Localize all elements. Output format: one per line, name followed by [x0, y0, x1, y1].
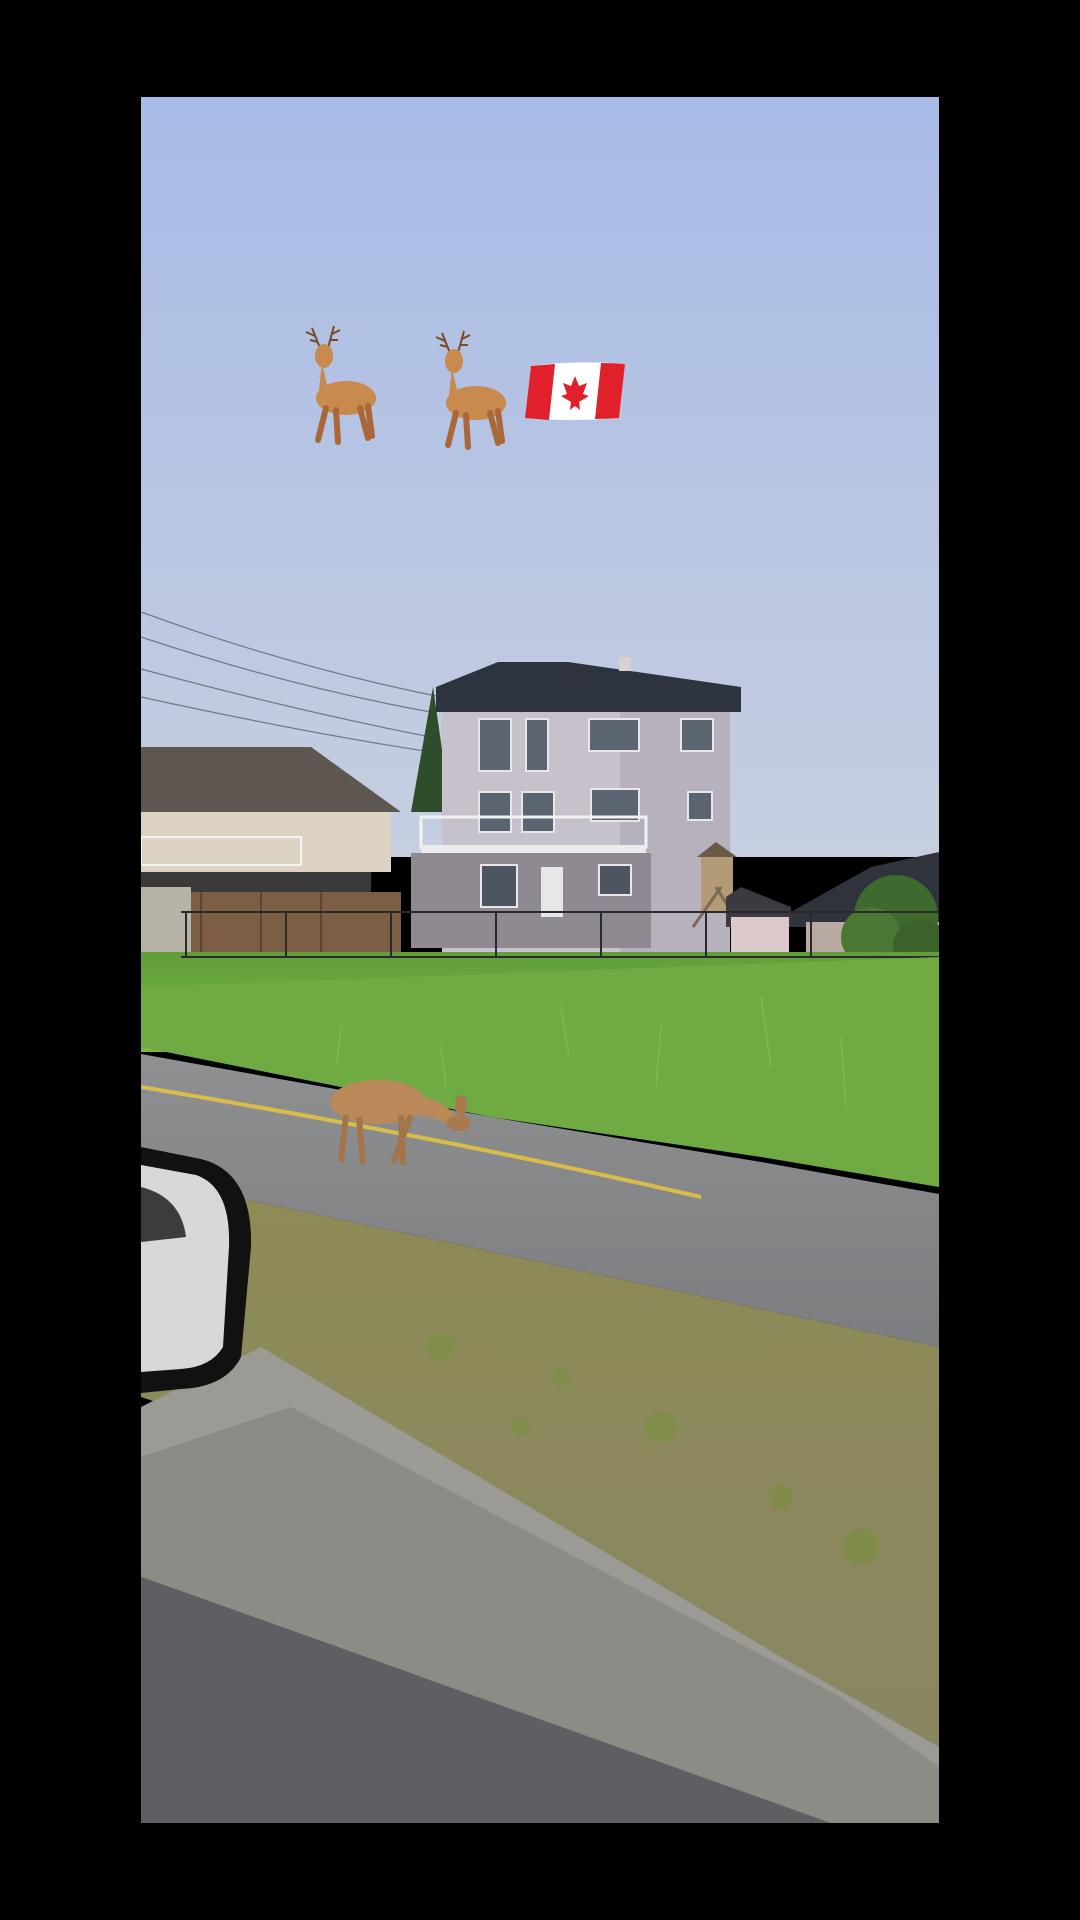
car-side-mirror	[141, 1147, 252, 1393]
deer-icon	[412, 323, 512, 458]
main-house	[411, 657, 741, 952]
canada-flag-icon	[525, 358, 629, 428]
deer-icon	[282, 318, 382, 453]
emoji-stickers	[282, 318, 642, 468]
story-frame	[0, 0, 1080, 1920]
